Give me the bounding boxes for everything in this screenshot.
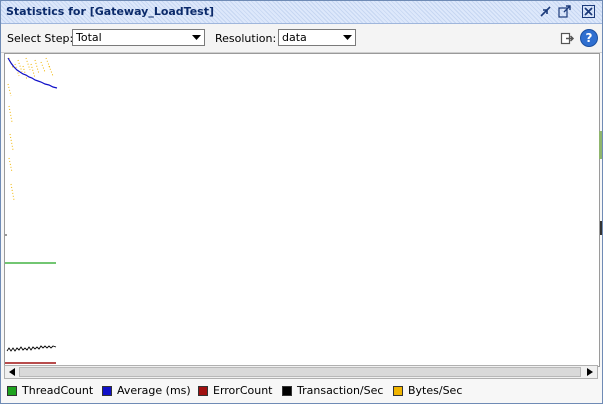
statistics-plot <box>5 57 58 364</box>
legend-swatch <box>282 385 292 396</box>
legend-swatch <box>7 385 17 396</box>
export-icon[interactable] <box>558 29 576 47</box>
legend-item-transaction[interactable]: Transaction/Sec <box>282 384 383 397</box>
select-step-value: Total <box>76 31 102 44</box>
transaction-per-sec-series <box>6 345 57 352</box>
chart-area[interactable] <box>4 53 600 367</box>
legend-item-threadcount[interactable]: ThreadCount <box>7 384 93 397</box>
close-icon[interactable] <box>581 4 596 19</box>
legend-label: Transaction/Sec <box>297 384 384 397</box>
legend-item-errorcount[interactable]: ErrorCount <box>198 384 272 397</box>
scrollbar-thumb[interactable] <box>19 367 581 377</box>
side-panel-edge <box>599 131 602 159</box>
resolution-label: Resolution: <box>215 32 277 45</box>
chevron-down-icon <box>341 31 354 44</box>
legend-label: ThreadCount <box>22 384 94 397</box>
select-step-dropdown[interactable]: Total <box>72 29 205 46</box>
legend-label: Bytes/Sec <box>408 384 463 397</box>
select-step-label: Select Step: <box>7 32 74 45</box>
bytes-per-sec-series <box>7 57 54 201</box>
legend-item-average[interactable]: Average (ms) <box>102 384 191 397</box>
scroll-right-icon[interactable] <box>583 366 597 378</box>
legend-swatch <box>393 385 403 396</box>
help-icon: ? <box>580 29 598 47</box>
window-title: Statistics for [Gateway_LoadTest] <box>6 5 215 18</box>
chevron-down-icon <box>190 31 203 44</box>
legend-swatch <box>102 385 112 396</box>
chart-legend: ThreadCount Average (ms) ErrorCount Tran… <box>1 381 602 401</box>
legend-swatch <box>198 385 208 396</box>
restore-icon[interactable] <box>557 4 572 19</box>
legend-label: Average (ms) <box>117 384 191 397</box>
resolution-value: data <box>282 31 307 44</box>
minimize-icon[interactable] <box>538 4 553 19</box>
toolbar: Select Step: Total Resolution: data ? <box>1 24 602 53</box>
statistics-window: Statistics for [Gateway_LoadTest] Select… <box>0 0 603 404</box>
horizontal-scrollbar[interactable] <box>4 365 598 379</box>
legend-label: ErrorCount <box>213 384 273 397</box>
side-splitter-grip[interactable] <box>600 221 602 235</box>
scroll-left-icon[interactable] <box>5 366 19 378</box>
help-button[interactable]: ? <box>580 29 598 47</box>
legend-item-bytes[interactable]: Bytes/Sec <box>393 384 462 397</box>
average-ms-series <box>7 57 58 89</box>
title-bar[interactable]: Statistics for [Gateway_LoadTest] <box>1 1 602 24</box>
resolution-dropdown[interactable]: data <box>278 29 356 46</box>
